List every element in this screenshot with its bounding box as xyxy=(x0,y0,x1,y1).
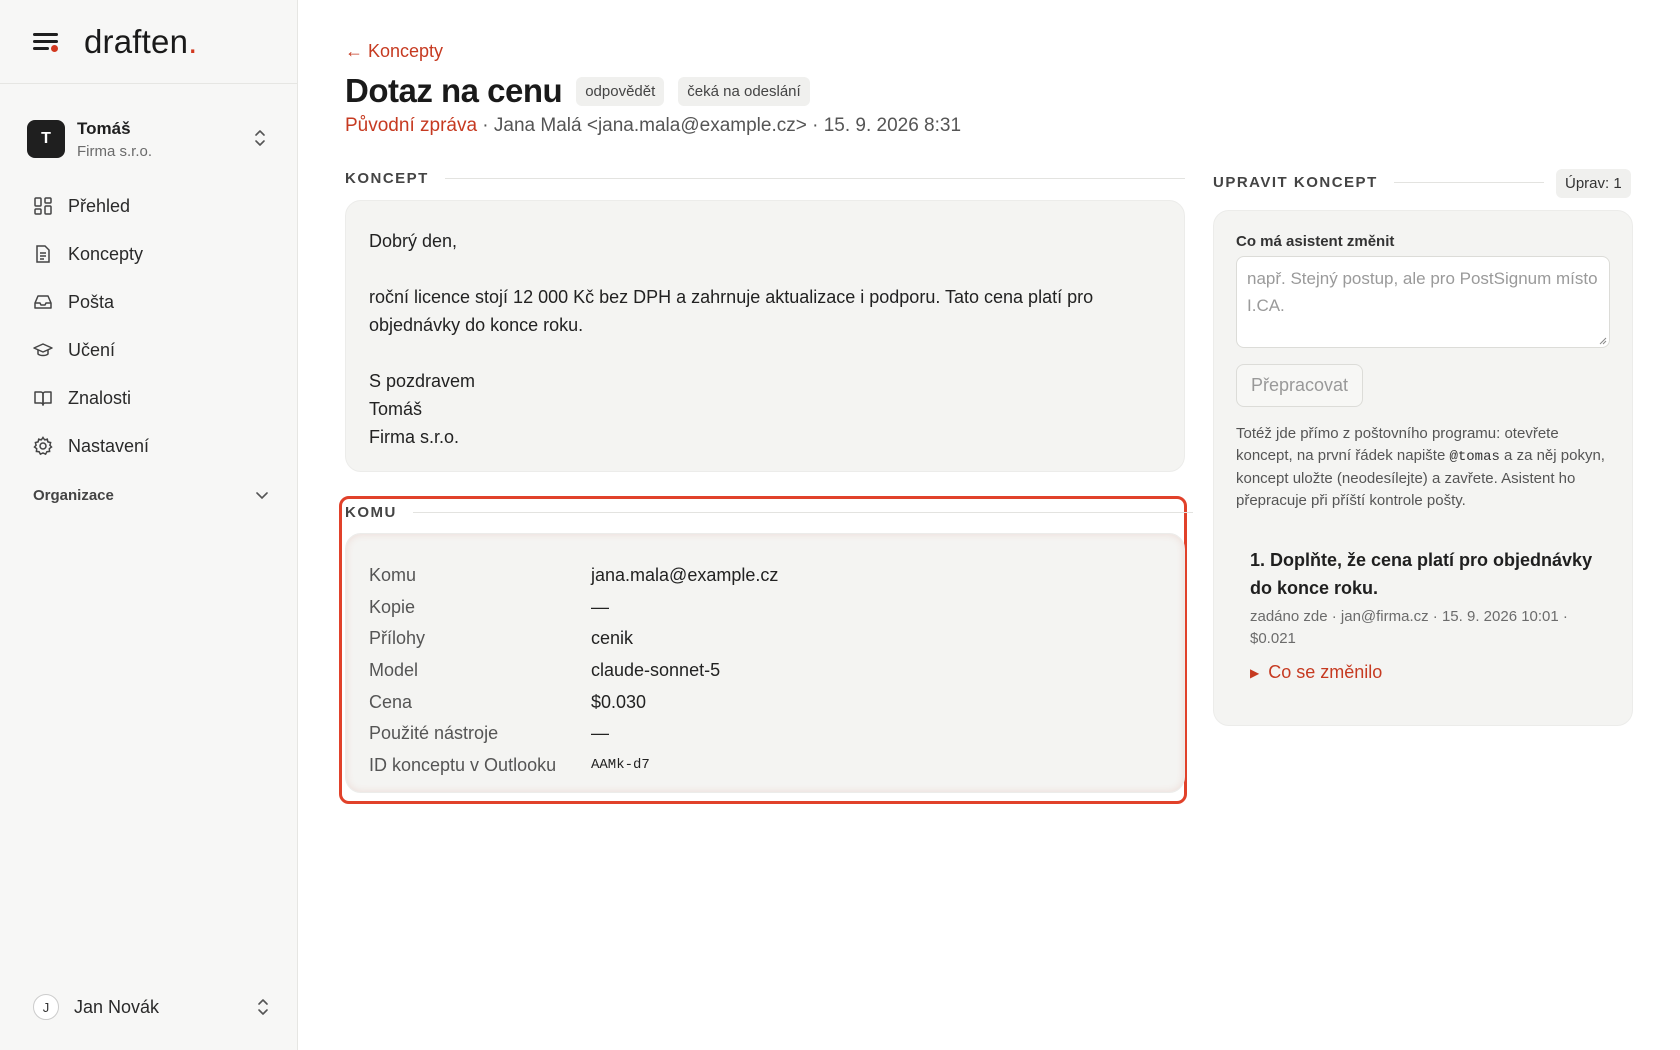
draft-line: S pozdravem xyxy=(369,371,476,391)
detail-row: Model claude-sonnet-5 xyxy=(369,655,1161,687)
page-title: Dotaz na cenu xyxy=(345,72,563,109)
draft-line xyxy=(369,255,1161,283)
detail-key: Použité nástroje xyxy=(369,723,499,744)
org-avatar: T xyxy=(27,120,65,158)
avatar: J xyxy=(33,994,59,1020)
section-label: Organizace xyxy=(33,487,114,504)
edit-instruction: 1. Doplňte, že cena platí pro objednávky… xyxy=(1250,550,1593,598)
detail-row: Použité nástroje — xyxy=(369,718,1161,750)
sidebar-item-label: Učení xyxy=(68,339,116,360)
field-label: Co má asistent změnit xyxy=(1236,233,1395,250)
section-heading: KOMU xyxy=(345,504,1193,521)
logo[interactable]: draften. xyxy=(84,23,198,61)
detail-value: — xyxy=(591,596,609,617)
what-changed-toggle[interactable]: ▶ Co se změnilo xyxy=(1250,662,1610,683)
input-placeholder: např. Stejný postup, ale pro PostSignum … xyxy=(1247,269,1598,315)
message-meta: Původní zpráva · Jana Malá <jana.mala@ex… xyxy=(345,115,961,137)
sidebar-item-prehled[interactable]: Přehled xyxy=(0,182,298,230)
draft-line xyxy=(369,339,1161,367)
grid-icon xyxy=(34,197,52,215)
chevron-updown-icon xyxy=(255,130,265,146)
help-text: Totéž jde přímo z poštovního programu: o… xyxy=(1236,425,1605,509)
title-row: Dotaz na cenu odpovědět čeká na odeslání xyxy=(345,72,810,110)
status-badge: odpovědět xyxy=(576,76,665,106)
detail-value: jana.mala@example.cz xyxy=(591,565,779,586)
user-switcher[interactable]: J Jan Novák xyxy=(33,992,268,1022)
detail-value: $0.030 xyxy=(591,691,647,712)
original-message-link[interactable]: Původní zpráva xyxy=(345,115,477,136)
edit-history-item: 1. Doplňte, že cena platí pro objednávky… xyxy=(1236,546,1610,683)
edit-meta: zadáno zde · jan@firma.cz · 15. 9. 2026 … xyxy=(1250,608,1568,647)
section-heading-text: KOMU xyxy=(345,504,397,521)
mention-code: @tomas xyxy=(1449,449,1500,465)
edit-count-badge: Úprav: 1 xyxy=(1556,169,1631,198)
graduation-cap-icon xyxy=(33,343,53,357)
detail-key: Kopie xyxy=(369,596,416,617)
sidebar-item-label: Pošta xyxy=(68,291,115,312)
detail-value: claude-sonnet-5 xyxy=(591,660,721,681)
sidebar-item-uceni[interactable]: Učení xyxy=(0,326,298,374)
back-link[interactable]: ← Koncepty xyxy=(345,41,443,62)
chevron-down-icon xyxy=(256,491,268,499)
menu-icon[interactable] xyxy=(33,32,59,52)
detail-value: — xyxy=(591,723,609,744)
divider xyxy=(444,178,1185,179)
detail-row: Cena $0.030 xyxy=(369,686,1161,718)
draft-line: roční licence stojí 12 000 Kč bez DPH a … xyxy=(369,287,1094,335)
detail-key: Model xyxy=(369,660,419,681)
toggle-label: Co se změnilo xyxy=(1268,662,1383,682)
sidebar-nav: Přehled Koncepty Pošta Učení Znalosti Na… xyxy=(0,182,298,470)
detail-row: Kopie — xyxy=(369,592,1161,624)
recipients-card: Komu jana.mala@example.cz Kopie — Přílohy c… xyxy=(345,533,1185,793)
detail-key: Přílohy xyxy=(369,628,426,649)
draft-body[interactable]: Dobrý den, roční licence stojí 12 000 Kč… xyxy=(345,200,1185,472)
detail-value: AAMk-d7 xyxy=(591,757,650,774)
sidebar-item-label: Nastavení xyxy=(68,435,150,456)
inbox-icon xyxy=(34,295,52,309)
sidebar-item-nastaveni[interactable]: Nastavení xyxy=(0,422,298,470)
sidebar-section-organizace[interactable]: Organizace xyxy=(33,487,268,504)
book-icon xyxy=(34,391,52,406)
org-name: Tomáš xyxy=(77,118,131,138)
sender-info: · Jana Malá <jana.mala@example.cz> · 15.… xyxy=(477,115,962,136)
draft-line: Firma s.r.o. xyxy=(369,427,460,447)
divider xyxy=(1393,182,1544,183)
sidebar-item-label: Koncepty xyxy=(68,243,144,264)
brand-header: draften. xyxy=(0,0,297,84)
sidebar-item-posta[interactable]: Pošta xyxy=(0,278,298,326)
edit-panel: Co má asistent změnit např. Stejný postu… xyxy=(1213,210,1633,726)
document-icon xyxy=(36,245,50,263)
rework-button[interactable]: Přepracovat xyxy=(1236,364,1364,407)
section-heading-text: KONCEPT xyxy=(345,170,429,187)
draft-line: Tomáš xyxy=(369,399,423,419)
detail-row: Přílohy cenik xyxy=(369,623,1161,655)
chevron-updown-icon xyxy=(258,999,268,1015)
sidebar-item-znalosti[interactable]: Znalosti xyxy=(0,374,298,422)
detail-key: ID konceptu v Outlooku xyxy=(369,754,557,775)
status-badge: čeká na odeslání xyxy=(678,76,810,106)
org-switcher[interactable]: T Tomáš Firma s.r.o. xyxy=(27,114,275,164)
divider xyxy=(412,512,1193,513)
org-subtitle: Firma s.r.o. xyxy=(77,142,153,160)
sidebar-item-label: Znalosti xyxy=(68,387,132,408)
detail-key: Cena xyxy=(369,691,413,712)
resize-handle-icon[interactable] xyxy=(1597,335,1607,345)
section-heading: KONCEPT xyxy=(345,170,1185,187)
edit-instruction-input[interactable]: např. Stejný postup, ale pro PostSignum … xyxy=(1236,256,1610,348)
detail-row: Komu jana.mala@example.cz xyxy=(369,560,1161,592)
section-heading-text: UPRAVIT KONCEPT xyxy=(1213,174,1378,191)
detail-row: ID konceptu v Outlooku AAMk-d7 xyxy=(369,750,1161,782)
gear-icon xyxy=(33,436,53,456)
triangle-right-icon: ▶ xyxy=(1250,665,1260,680)
draft-line: Dobrý den, xyxy=(369,231,458,251)
sidebar-item-label: Přehled xyxy=(68,195,131,216)
detail-value: cenik xyxy=(591,628,634,649)
user-name: Jan Novák xyxy=(74,996,160,1017)
sidebar-item-koncepty[interactable]: Koncepty xyxy=(0,230,298,278)
detail-key: Komu xyxy=(369,565,417,586)
sidebar: draften. T Tomáš Firma s.r.o. Přehled Ko… xyxy=(0,0,298,1050)
section-heading: UPRAVIT KONCEPT xyxy=(1213,174,1544,191)
